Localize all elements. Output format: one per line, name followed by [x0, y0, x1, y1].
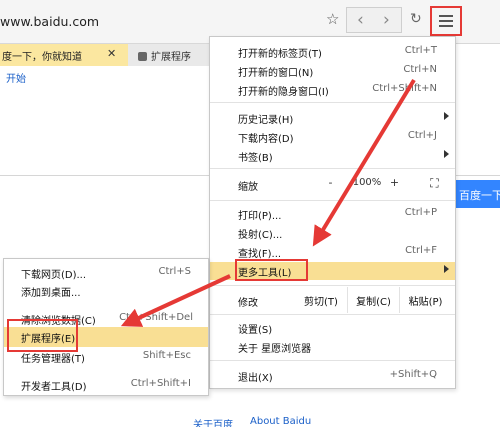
arrow-to-more-tools [312, 78, 416, 247]
arrow-to-extensions [120, 274, 231, 327]
annotation-arrows [120, 78, 416, 327]
